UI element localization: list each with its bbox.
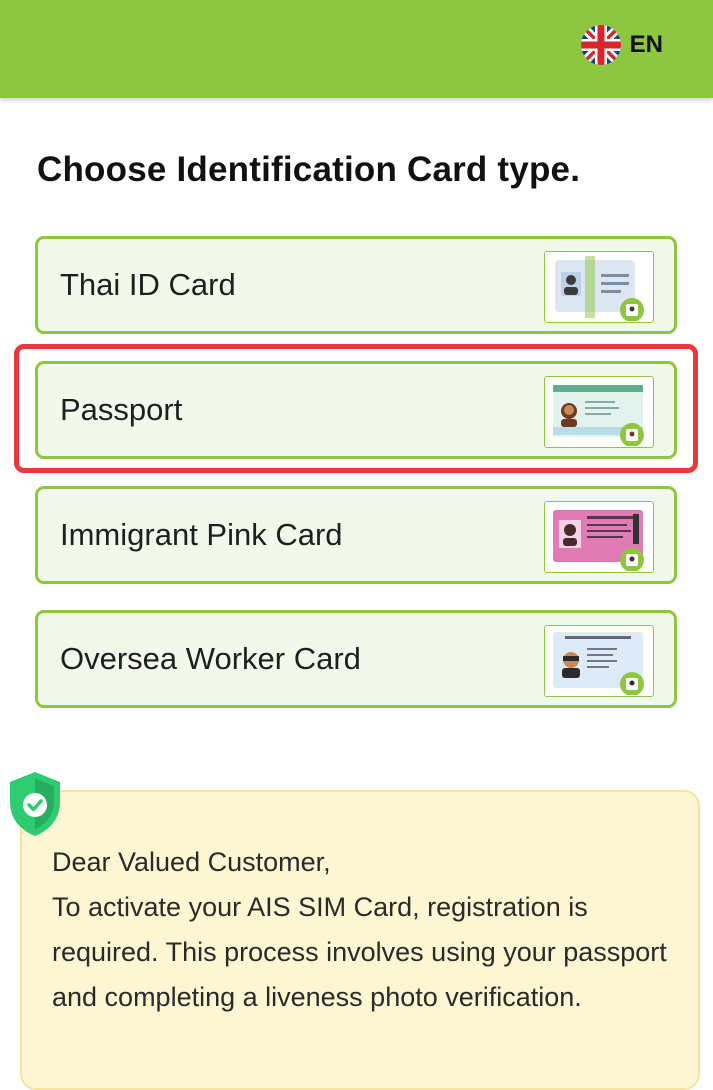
- shield-check-icon: [10, 772, 60, 836]
- uk-flag-icon: [580, 25, 621, 65]
- top-bar: EN: [0, 0, 713, 98]
- card-option-label: Oversea Worker Card: [60, 641, 361, 676]
- notice-text: Dear Valued Customer, To activate your A…: [52, 847, 667, 1012]
- language-switcher[interactable]: EN: [580, 24, 663, 66]
- selection-highlight: [14, 344, 698, 473]
- page-title: Choose Identification Card type.: [37, 150, 581, 189]
- worker-card-icon: [544, 625, 654, 697]
- pink-card-icon: [544, 501, 654, 573]
- card-option-label: Immigrant Pink Card: [60, 517, 343, 552]
- card-option-label: Thai ID Card: [60, 267, 236, 302]
- registration-notice: Dear Valued Customer, To activate your A…: [20, 790, 700, 1090]
- thai-id-card-icon: [544, 251, 654, 323]
- card-option-oversea-worker-card[interactable]: Oversea Worker Card: [35, 610, 677, 708]
- card-option-thai-id[interactable]: Thai ID Card: [35, 236, 677, 334]
- language-label: EN: [629, 31, 663, 58]
- card-option-immigrant-pink-card[interactable]: Immigrant Pink Card: [35, 486, 677, 584]
